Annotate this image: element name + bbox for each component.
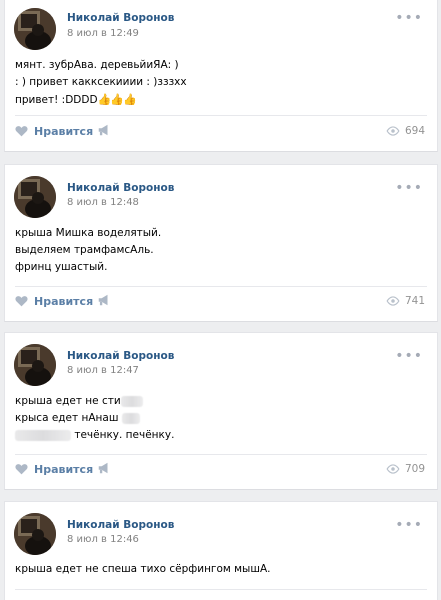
post-actions: Нравится 694 — [15, 121, 427, 141]
post-text: крыша Мишка воделятый. выделяем трамфамс… — [15, 225, 427, 276]
views-counter: 709 — [386, 459, 425, 479]
share-button[interactable] — [97, 293, 111, 309]
post: Николай Воронов 8 июл в 12:49 ••• мянт. … — [4, 0, 438, 152]
post-text-line: течёнку. печёнку. — [74, 429, 175, 441]
post-actions: Нравится 709 — [15, 459, 427, 479]
post-date-link[interactable]: 8 июл в 12:46 — [67, 534, 139, 545]
divider — [15, 115, 427, 116]
blurred-text — [121, 412, 140, 424]
divider — [15, 454, 427, 455]
post-author-link[interactable]: Николай Воронов — [67, 350, 174, 362]
post-text-line: крыса едет нАнаш — [15, 412, 119, 424]
megaphone-share-icon — [98, 294, 108, 306]
post-text: мянт. зубрАва. деревьйиЯА: ) : ) привет … — [15, 57, 427, 109]
post-author-link[interactable]: Николай Воронов — [67, 12, 174, 24]
eye-icon — [386, 126, 400, 136]
views-count: 741 — [404, 295, 425, 307]
megaphone-share-icon — [98, 124, 108, 136]
post-text-line: : ) привет какксекииии : )зззхх — [15, 76, 187, 88]
more-dots-icon[interactable]: ••• — [395, 518, 423, 532]
post-text-line: крыша Мишка воделятый. — [15, 227, 162, 239]
views-count: 709 — [404, 463, 425, 475]
post-date-link[interactable]: 8 июл в 12:48 — [67, 197, 139, 208]
views-counter: 694 — [386, 121, 425, 141]
views-count: 694 — [404, 125, 425, 137]
avatar[interactable] — [14, 176, 56, 218]
post-text-line: выделяем трамфамсАль. — [15, 244, 154, 256]
post-text-line: мянт. зубрАва. деревьйиЯА: ) — [15, 59, 179, 71]
heart-icon — [15, 464, 28, 475]
avatar[interactable] — [14, 513, 56, 555]
like-label: Нравится — [34, 294, 94, 308]
post: Николай Воронов 8 июл в 12:46 ••• крыша … — [4, 501, 438, 600]
like-button[interactable]: Нравится — [15, 459, 93, 479]
heart-icon — [15, 126, 28, 137]
post-author-link[interactable]: Николай Воронов — [67, 182, 174, 194]
avatar[interactable] — [14, 344, 56, 386]
like-label: Нравится — [34, 462, 94, 476]
avatar[interactable] — [14, 8, 56, 50]
like-button[interactable]: Нравится — [15, 121, 93, 141]
post-actions: Нравится 741 — [15, 291, 427, 311]
eye-icon — [386, 464, 400, 474]
like-label: Нравится — [34, 124, 94, 138]
share-button[interactable] — [97, 123, 111, 139]
heart-icon — [15, 296, 28, 307]
post: Николай Воронов 8 июл в 12:47 ••• крыша … — [4, 332, 438, 490]
post-text: крыша едет не сти крыса едет нАнаш течён… — [15, 393, 427, 444]
divider — [15, 286, 427, 287]
divider — [15, 589, 427, 590]
post: Николай Воронов 8 июл в 12:48 ••• крыша … — [4, 164, 438, 322]
views-counter: 741 — [386, 291, 425, 311]
post-date-link[interactable]: 8 июл в 12:47 — [67, 365, 139, 376]
like-button[interactable]: Нравится — [15, 291, 93, 311]
more-dots-icon[interactable]: ••• — [395, 181, 423, 195]
more-dots-icon[interactable]: ••• — [395, 349, 423, 363]
post-text-line: привет! :DDDD — [15, 94, 98, 106]
megaphone-share-icon — [98, 462, 108, 474]
more-dots-icon[interactable]: ••• — [395, 11, 423, 25]
news-feed: Николай Воронов 8 июл в 12:49 ••• мянт. … — [0, 0, 441, 600]
post-date-link[interactable]: 8 июл в 12:49 — [67, 28, 139, 39]
post-author-link[interactable]: Николай Воронов — [67, 519, 174, 531]
post-text: крыша едет не спеша тихо сёрфингом мышА. — [15, 561, 427, 578]
post-text-line: крыша едет не сти — [15, 395, 121, 407]
post-text-line: крыша едет не спеша тихо сёрфингом мышА. — [15, 563, 271, 575]
thumbs-up-emoji-icon: 👍👍👍 — [97, 93, 137, 106]
blurred-text — [15, 429, 71, 441]
share-button[interactable] — [97, 461, 111, 477]
blurred-text — [120, 395, 143, 407]
eye-icon — [386, 296, 400, 306]
post-text-line: фринц ушастый. — [15, 261, 108, 273]
